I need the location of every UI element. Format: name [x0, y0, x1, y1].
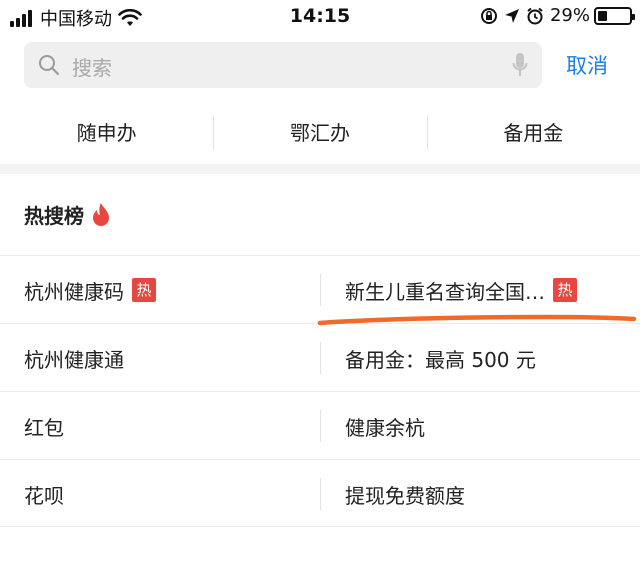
location-icon — [504, 8, 519, 23]
hot-item-hangzhou-health-pass[interactable]: 杭州健康通 — [24, 324, 124, 392]
shortcut-beiyongjin[interactable]: 备用金 — [426, 112, 640, 154]
table-row: 杭州健康通 备用金：最高 500 元 — [0, 323, 640, 391]
search-icon — [39, 55, 59, 75]
battery-level — [598, 10, 607, 21]
hot-item-label: 杭州健康码 — [24, 279, 124, 304]
battery-icon — [594, 6, 635, 25]
hot-list-grid: 杭州健康码 热 新生儿重名查询全国… 热 杭州健康通 备用金：最高 500 元 … — [0, 255, 640, 527]
status-right: 29% — [480, 5, 635, 26]
hot-item-label: 红包 — [24, 415, 64, 440]
hot-item-label: 健康余杭 — [345, 415, 425, 440]
shortcut-bar: 随申办 鄂汇办 备用金 — [0, 112, 640, 154]
hot-item-beiyongjin-500[interactable]: 备用金：最高 500 元 — [345, 324, 536, 392]
cancel-button[interactable]: 取消 — [566, 50, 608, 80]
hot-badge: 热 — [132, 278, 156, 302]
hot-item-jiankang-yuhang[interactable]: 健康余杭 — [345, 392, 425, 460]
alarm-icon — [527, 7, 543, 24]
table-row: 花呗 提现免费额度 — [0, 459, 640, 527]
annotation-underline — [317, 314, 637, 326]
hot-item-label: 杭州健康通 — [24, 347, 124, 372]
hot-item-label: 备用金：最高 500 元 — [345, 347, 536, 372]
hot-item-red-packet[interactable]: 红包 — [24, 392, 64, 460]
search-placeholder: 搜索 — [72, 56, 112, 80]
column-divider — [320, 274, 321, 306]
microphone-icon[interactable] — [512, 52, 528, 78]
hot-list-title: 热搜榜 — [24, 200, 112, 229]
rotation-lock-icon — [480, 7, 497, 24]
column-divider — [320, 410, 321, 442]
battery-percent: 29% — [549, 5, 590, 26]
hot-list-title-text: 热搜榜 — [24, 204, 84, 228]
hot-item-label: 花呗 — [24, 483, 64, 508]
hot-item-label: 新生儿重名查询全国… — [345, 279, 545, 304]
battery-cap — [632, 13, 635, 20]
hot-item-huabei[interactable]: 花呗 — [24, 460, 64, 528]
shortcut-suishenban[interactable]: 随申办 — [0, 112, 213, 154]
hot-item-label: 提现免费额度 — [345, 483, 465, 508]
flame-icon — [93, 202, 109, 226]
status-bar: 中国移动 14:15 29% — [0, 0, 640, 34]
hot-item-withdraw-free-quota[interactable]: 提现免费额度 — [345, 460, 465, 528]
column-divider — [320, 342, 321, 374]
column-divider — [320, 478, 321, 510]
shortcut-ehuiban[interactable]: 鄂汇办 — [213, 112, 426, 154]
section-divider — [0, 164, 640, 174]
search-input[interactable]: 搜索 — [24, 42, 542, 88]
hot-item-hangzhou-health-code[interactable]: 杭州健康码 热 — [24, 256, 156, 324]
search-row: 搜索 取消 — [0, 42, 640, 88]
hot-badge: 热 — [553, 278, 577, 302]
table-row: 红包 健康余杭 — [0, 391, 640, 459]
